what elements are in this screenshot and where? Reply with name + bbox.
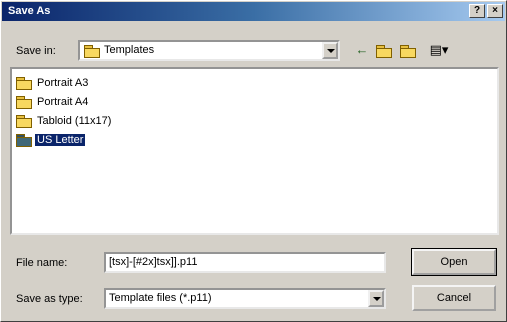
file-name: Portrait A3 [37, 77, 89, 89]
folder-icon [84, 45, 100, 58]
help-button[interactable]: ? [469, 4, 485, 18]
file-list[interactable]: Portrait A3 Portrait A4 Tabloid (11x17) … [10, 67, 499, 235]
list-item[interactable]: Portrait A3 [16, 75, 90, 91]
file-name: Portrait A4 [37, 96, 89, 108]
save-in-combo[interactable]: Templates [78, 40, 340, 61]
open-button[interactable]: Open [411, 248, 497, 276]
cancel-button[interactable]: Cancel [412, 285, 496, 311]
file-name-value: [tsx]-[#2x]tsx]].p11 [109, 256, 198, 268]
view-menu-icon[interactable]: ▤▾ [424, 41, 454, 59]
folder-icon [16, 77, 32, 91]
list-item-selected[interactable]: US Letter [16, 132, 87, 148]
save-as-type-combo[interactable]: Template files (*.p11) [104, 288, 386, 309]
file-name: US Letter [33, 133, 87, 147]
save-in-dropdown-arrow[interactable] [322, 42, 338, 59]
folder-icon [16, 96, 32, 110]
folder-icon [16, 134, 32, 148]
title-bar: Save As ? × [2, 2, 505, 21]
file-name-label: File name: [16, 257, 68, 269]
new-folder-icon[interactable] [398, 41, 418, 59]
save-as-type-dropdown-arrow[interactable] [368, 290, 384, 307]
back-arrow-icon[interactable]: ← [352, 41, 372, 59]
dialog-title: Save As [8, 5, 51, 17]
save-as-type-value: Template files (*.p11) [109, 292, 212, 304]
save-in-value: Templates [104, 44, 155, 56]
close-button[interactable]: × [487, 4, 503, 18]
file-name-field[interactable]: [tsx]-[#2x]tsx]].p11 [104, 252, 386, 273]
up-folder-icon[interactable] [374, 41, 394, 59]
list-item[interactable]: Portrait A4 [16, 94, 90, 110]
file-name: Tabloid (11x17) [37, 115, 112, 127]
save-in-label: Save in: [16, 45, 56, 57]
folder-icon [16, 115, 32, 129]
list-item[interactable]: Tabloid (11x17) [16, 113, 113, 129]
save-as-type-label: Save as type: [16, 293, 83, 305]
